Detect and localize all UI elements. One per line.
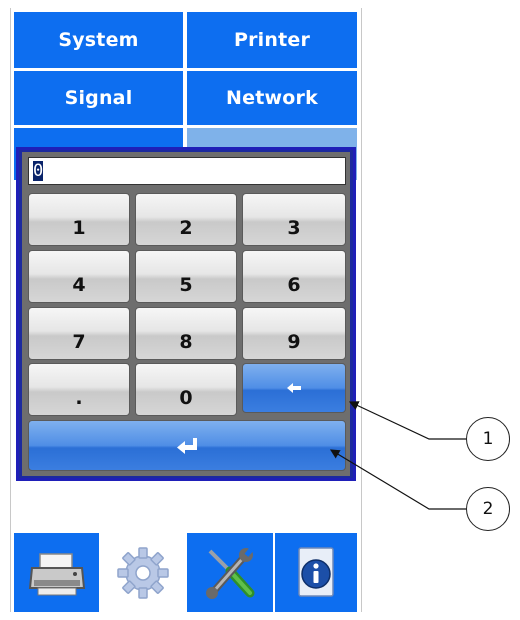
callout-label-2: 2 [482, 499, 494, 519]
callout-1: 1 [466, 417, 510, 461]
callout-leaders [329, 401, 467, 510]
callout-line-1 [348, 401, 467, 440]
callout-label-1: 1 [482, 429, 494, 449]
callout-line-2 [329, 449, 467, 510]
callout-2: 2 [466, 487, 510, 531]
